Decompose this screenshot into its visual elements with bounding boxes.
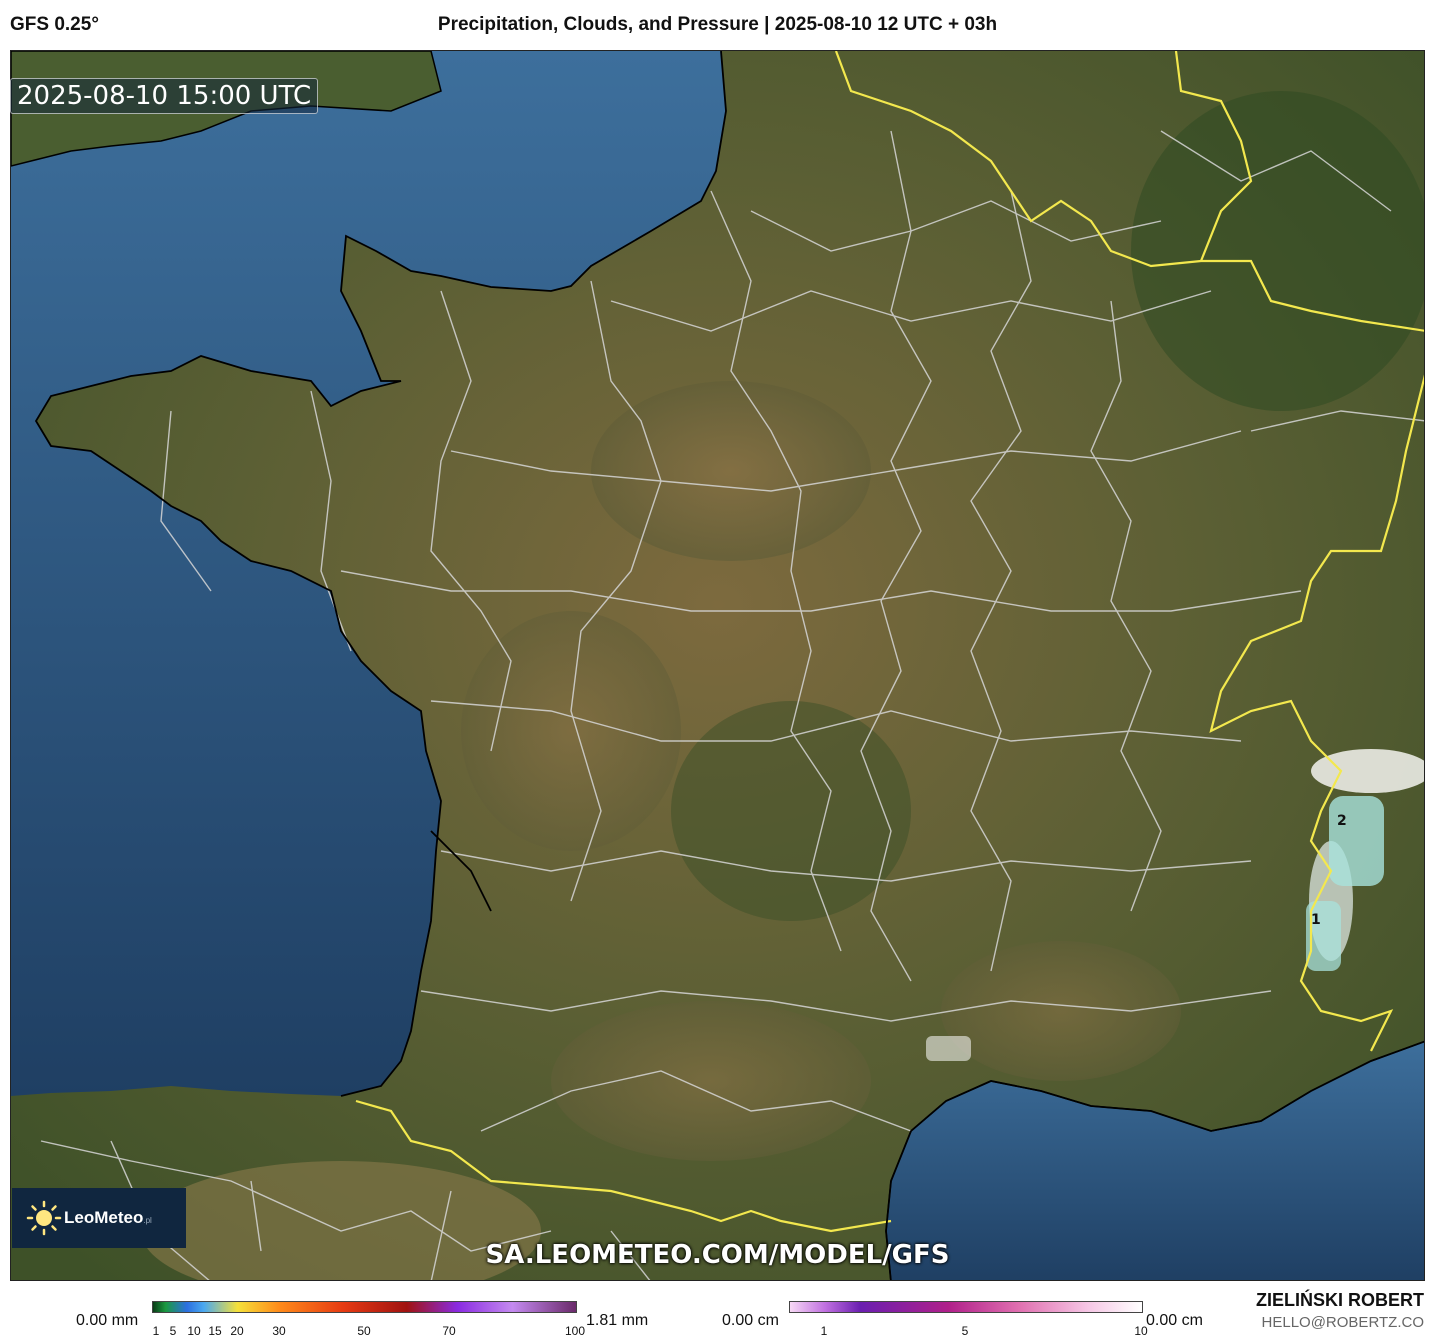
precip-tick: 50 [357,1324,371,1338]
precip-color-bar [152,1301,577,1313]
map-title: Precipitation, Clouds, and Pressure | 20… [437,14,998,35]
precip-min-label: 0.00 mm [76,1312,139,1329]
precip-tick: 1 [152,1324,160,1338]
leometeo-logo[interactable]: LeoMeteo.pl [12,1188,186,1248]
precip-tick: 5 [169,1324,177,1338]
author-email[interactable]: HELLO@ROBERTZ.CO [1262,1314,1424,1331]
provence [941,941,1181,1081]
author-name: ZIELIŃSKI ROBERT [1255,1290,1424,1310]
precip-tick: 10 [187,1324,201,1338]
massif-central [671,701,911,921]
south-plain [551,1001,871,1161]
cloud-patch-cevennes [926,1036,971,1061]
source-url-watermark: SA.LEOMETEO.COM/MODEL/GFS [485,1240,950,1270]
snow-max-label: 0.00 cm [1146,1312,1203,1329]
cloud-patch-alps-north [1329,796,1384,886]
precip-max-label: 1.81 mm [586,1312,649,1329]
snow-tick: 10 [1134,1324,1148,1338]
snow-color-bar [789,1301,1143,1313]
aquitaine-plain [461,611,681,851]
snow-tick: 5 [961,1324,969,1338]
precip-tick: 30 [272,1324,286,1338]
precip-tick: 15 [208,1324,222,1338]
pressure-contour-label: 2 [1337,813,1347,829]
precip-tick: 70 [442,1324,456,1338]
precip-tick: 20 [230,1324,244,1338]
valid-time-label: 2025-08-10 15:00 UTC [10,78,319,114]
sun-icon [26,1200,62,1236]
logo-wordmark: LeoMeteo.pl [64,1208,152,1227]
map-viewport[interactable]: 2 1 [10,50,1425,1281]
snow-tick: 1 [820,1324,828,1338]
precip-tick: 100 [564,1324,586,1338]
snow-min-label: 0.00 cm [722,1312,779,1329]
pressure-contour-label: 1 [1311,912,1321,928]
satellite-map: 2 1 [11,51,1424,1280]
paris-basin [591,381,871,561]
